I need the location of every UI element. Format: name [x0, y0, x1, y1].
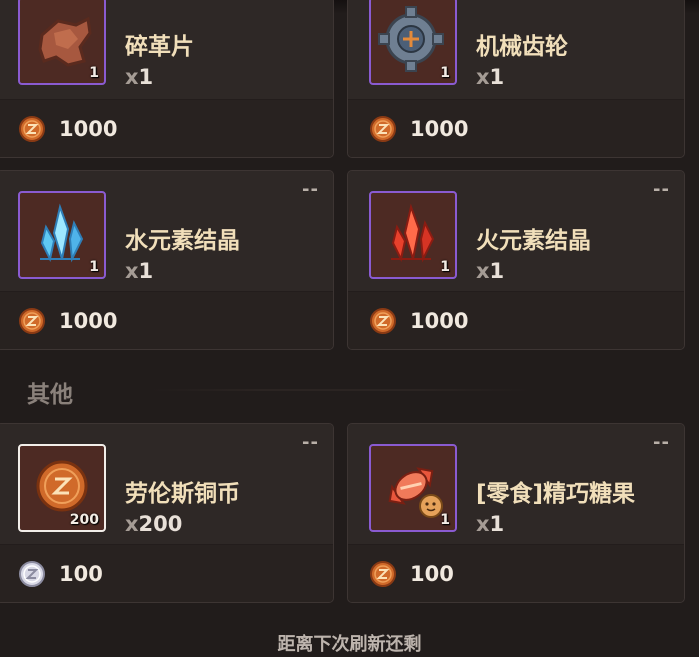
- item-name: 碎革片: [125, 34, 194, 60]
- count-value: 1: [489, 65, 505, 89]
- item-count: x1: [476, 259, 504, 283]
- section-divider: [150, 389, 530, 391]
- item-price: 1000: [410, 309, 469, 333]
- copper-coin-icon: [19, 116, 45, 142]
- card-lower: [348, 291, 684, 349]
- badge-text: --: [653, 432, 670, 453]
- item-count: x200: [125, 512, 182, 536]
- copper-coin-icon: [370, 561, 396, 587]
- card-lower: [0, 291, 333, 349]
- item-slot[interactable]: 1: [369, 191, 457, 279]
- card-lower: [348, 544, 684, 602]
- count-prefix: x: [476, 259, 490, 283]
- item-price: 1000: [59, 309, 118, 333]
- count-prefix: x: [476, 512, 490, 536]
- count-value: 1: [489, 259, 505, 283]
- slot-quantity: 200: [69, 512, 99, 528]
- refresh-timer-text: 距离下次刷新还剩: [277, 634, 422, 655]
- shop-item-card[interactable]: -- 200 劳伦斯铜币 x200 100: [0, 423, 334, 603]
- item-count: x1: [476, 512, 504, 536]
- shop-item-card[interactable]: 1 机械齿轮 x1 1000: [347, 0, 685, 158]
- section-title-other: 其他: [27, 382, 73, 408]
- item-price: 100: [410, 562, 454, 586]
- item-price: 100: [59, 562, 103, 586]
- badge-text: --: [653, 179, 670, 200]
- item-slot[interactable]: 1: [18, 0, 106, 85]
- item-count: x1: [125, 65, 153, 89]
- item-count: x1: [125, 259, 153, 283]
- item-name: 机械齿轮: [476, 34, 568, 60]
- item-price: 1000: [410, 117, 469, 141]
- copper-coin-icon: [370, 116, 396, 142]
- item-slot[interactable]: 1: [369, 444, 457, 532]
- copper-coin-icon: [370, 308, 396, 334]
- item-name: 劳伦斯铜币: [125, 481, 240, 507]
- shop-item-card[interactable]: -- 1 [零食]精巧糖果 x1 100: [347, 423, 685, 603]
- card-lower: [0, 544, 333, 602]
- badge-text: --: [302, 179, 319, 200]
- count-prefix: x: [125, 259, 139, 283]
- item-count: x1: [476, 65, 504, 89]
- item-slot[interactable]: 1: [369, 0, 457, 85]
- slot-quantity: 1: [89, 65, 99, 81]
- slot-quantity: 1: [440, 259, 450, 275]
- shop-item-card[interactable]: -- 1 水元素结晶 x1 1000: [0, 170, 334, 350]
- item-slot[interactable]: 200: [18, 444, 106, 532]
- shop-item-card[interactable]: 1 碎革片 x1 1000: [0, 0, 334, 158]
- count-prefix: x: [125, 65, 139, 89]
- item-name: 火元素结晶: [476, 228, 591, 254]
- card-lower: [348, 99, 684, 157]
- count-prefix: x: [476, 65, 490, 89]
- count-prefix: x: [125, 512, 139, 536]
- count-value: 1: [489, 512, 505, 536]
- copper-coin-icon: [19, 308, 45, 334]
- slot-quantity: 1: [440, 512, 450, 528]
- card-lower: [0, 99, 333, 157]
- count-value: 1: [138, 259, 154, 283]
- silver-coin-icon: [19, 561, 45, 587]
- badge-text: --: [302, 432, 319, 453]
- slot-quantity: 1: [89, 259, 99, 275]
- item-price: 1000: [59, 117, 118, 141]
- slot-quantity: 1: [440, 65, 450, 81]
- count-value: 200: [138, 512, 183, 536]
- shop-item-card[interactable]: -- 1 火元素结晶 x1 1000: [347, 170, 685, 350]
- item-name: 水元素结晶: [125, 228, 240, 254]
- item-slot[interactable]: 1: [18, 191, 106, 279]
- item-name: [零食]精巧糖果: [476, 481, 636, 507]
- count-value: 1: [138, 65, 154, 89]
